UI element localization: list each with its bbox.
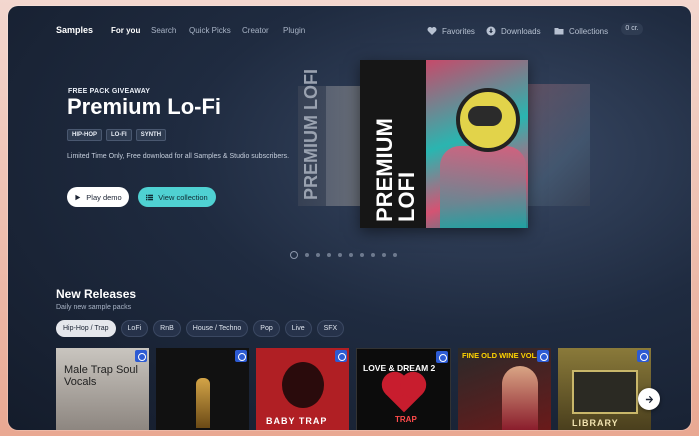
featured-pack-cover[interactable]: PREMIUM LOFI — [360, 60, 528, 228]
release-card[interactable]: LIBRARY — [558, 348, 651, 430]
collection-badge-icon — [235, 350, 247, 362]
favorites-label: Favorites — [442, 26, 475, 36]
prev-slide-text: PREMIUM LOFI — [301, 69, 321, 200]
filter-live[interactable]: Live — [284, 320, 312, 337]
release-card[interactable]: Male Trap Soul Vocals — [56, 348, 149, 430]
hero-description: Limited Time Only, Free download for all… — [67, 153, 290, 160]
carousel-dot[interactable] — [382, 253, 386, 257]
play-demo-button[interactable]: Play demo — [67, 187, 129, 207]
tag-synth[interactable]: SYNTH — [135, 129, 167, 141]
filter-pop[interactable]: Pop — [253, 320, 280, 337]
genre-filters: Hip-Hop / Trap LoFi RnB House / Techno P… — [56, 320, 345, 337]
credits-badge: 0 cr. — [621, 23, 643, 35]
carousel-dot[interactable] — [305, 253, 309, 257]
filter-sfx[interactable]: SFX — [316, 320, 345, 337]
carousel-dot[interactable] — [349, 253, 353, 257]
brand-logo[interactable]: Samples — [56, 25, 93, 35]
collection-badge-icon — [436, 351, 448, 363]
section-subtitle: Daily new sample packs — [56, 304, 132, 311]
section-title: New Releases — [56, 287, 137, 301]
nav-quick-picks[interactable]: Quick Picks — [189, 26, 231, 35]
carousel-dot[interactable] — [393, 253, 397, 257]
cover-title: PREMIUM LOFI — [372, 118, 419, 222]
play-demo-label: Play demo — [86, 192, 122, 202]
astronaut-visor — [468, 106, 502, 126]
card-title: LIBRARY — [572, 418, 619, 428]
release-card[interactable]: BABY TRAP — [256, 348, 349, 430]
arrow-right-icon — [645, 395, 653, 403]
release-card[interactable]: LOVE & DREAM 2 TRAP — [356, 348, 451, 430]
view-collection-label: View collection — [158, 192, 208, 202]
top-nav: Samples For you Search Quick Picks Creat… — [8, 6, 691, 50]
heart-icon — [427, 27, 437, 35]
skull-art — [282, 362, 324, 408]
carousel-dot[interactable] — [290, 251, 298, 259]
downloads-label: Downloads — [501, 26, 541, 36]
statue-art — [196, 378, 210, 428]
tag-hip-hop[interactable]: HIP-HOP — [67, 129, 103, 141]
carousel-dot[interactable] — [338, 253, 342, 257]
play-icon — [75, 194, 81, 200]
nav-downloads[interactable]: Downloads — [486, 26, 541, 36]
collection-badge-icon — [537, 350, 549, 362]
filter-house-techno[interactable]: House / Techno — [185, 320, 249, 337]
card-title: FINE OLD WINE VOL.3 — [462, 351, 543, 360]
nav-favorites[interactable]: Favorites — [427, 26, 475, 36]
carousel-pagination — [290, 251, 397, 259]
list-icon — [146, 194, 154, 200]
filter-lofi[interactable]: LoFi — [120, 320, 149, 337]
nav-creator[interactable]: Creator — [242, 26, 269, 35]
collection-badge-icon — [135, 350, 147, 362]
card-title: BABY TRAP — [266, 416, 328, 426]
carousel-dot[interactable] — [316, 253, 320, 257]
carousel-dot[interactable] — [327, 253, 331, 257]
view-collection-button[interactable]: View collection — [138, 187, 216, 207]
collection-badge-icon — [335, 350, 347, 362]
nav-plugin[interactable]: Plugin — [283, 26, 305, 35]
collection-badge-icon — [637, 350, 649, 362]
release-card[interactable] — [156, 348, 249, 430]
next-arrow-button[interactable] — [638, 388, 660, 410]
filter-rnb[interactable]: RnB — [153, 320, 181, 337]
folder-icon — [554, 28, 564, 35]
hero-tags: HIP-HOP LO-FI SYNTH — [67, 129, 167, 141]
app-window: Samples For you Search Quick Picks Creat… — [8, 6, 691, 430]
portrait-art — [502, 366, 538, 430]
collections-label: Collections — [569, 26, 609, 36]
nav-collections[interactable]: Collections — [554, 26, 608, 36]
hero-title: Premium Lo-Fi — [67, 94, 222, 119]
carousel-next-slide[interactable] — [528, 84, 590, 206]
carousel-dot[interactable] — [371, 253, 375, 257]
carousel-dot[interactable] — [360, 253, 364, 257]
download-icon — [486, 26, 496, 36]
machine-art — [572, 370, 638, 414]
nav-search[interactable]: Search — [151, 26, 176, 35]
release-cards: Male Trap Soul Vocals BABY TRAP LOVE & D… — [56, 348, 651, 430]
card-subtitle: TRAP — [395, 415, 417, 424]
release-card[interactable]: FINE OLD WINE VOL.3 — [458, 348, 551, 430]
card-title: Male Trap Soul Vocals — [64, 364, 138, 388]
nav-for-you[interactable]: For you — [111, 26, 140, 35]
tag-lo-fi[interactable]: LO-FI — [106, 129, 132, 141]
astronaut-body — [440, 146, 526, 228]
filter-hip-hop-trap[interactable]: Hip-Hop / Trap — [56, 320, 116, 337]
heart-art — [385, 375, 423, 413]
